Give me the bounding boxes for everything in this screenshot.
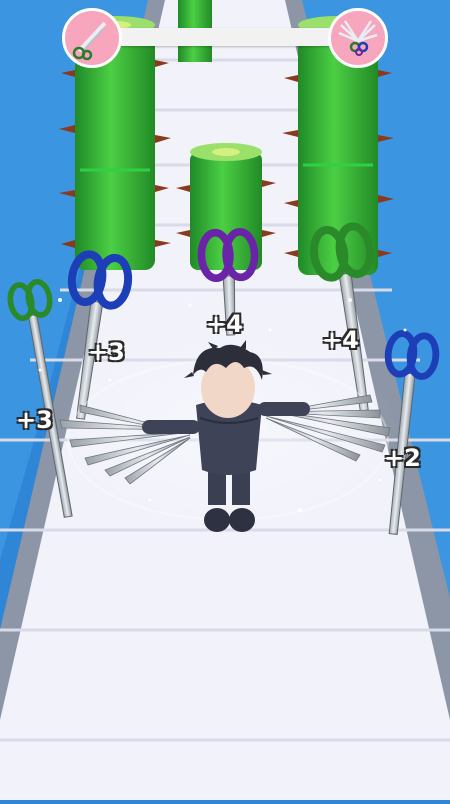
level-end-badge	[328, 8, 388, 68]
scissors-icon	[72, 21, 107, 61]
game-world[interactable]	[0, 0, 450, 800]
game-scene	[0, 0, 450, 800]
level-start-badge	[62, 8, 122, 68]
scissors-bundle-icon	[338, 20, 378, 56]
pickup-bonus-label: +4	[206, 310, 243, 338]
pickup-bonus-label: +3	[88, 338, 125, 366]
pickup-bonus-label: +4	[322, 326, 359, 354]
level-progress-hud	[0, 0, 450, 80]
pickup-bonus-label: +3	[16, 406, 53, 434]
pickup-bonus-label: +2	[384, 444, 421, 472]
level-progress-bar	[118, 28, 332, 46]
